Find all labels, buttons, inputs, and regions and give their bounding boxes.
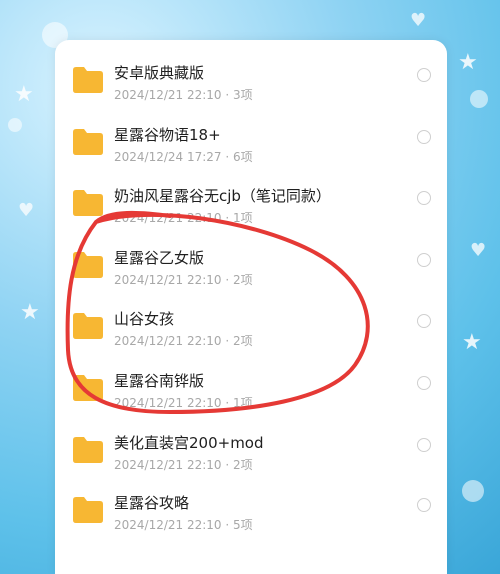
folder-icon [73,313,103,339]
folder-row[interactable]: 山谷女孩 2024/12/21 22:10 · 2项 [55,300,447,362]
heart-icon: ♥ [18,200,35,221]
folder-row[interactable]: 安卓版典藏版 2024/12/21 22:10 · 3项 [55,54,447,116]
folder-meta: 2024/12/21 22:10 · 2项 [114,334,253,348]
folder-meta: 2024/12/21 22:10 · 1项 [114,211,253,225]
file-list-card: 安卓版典藏版 2024/12/21 22:10 · 3项 星露谷物语18+ 20… [55,40,447,574]
folder-row[interactable]: 奶油风星露谷无cjb（笔记同款） 2024/12/21 22:10 · 1项 [55,177,447,239]
folder-meta: 2024/12/21 22:10 · 5项 [114,518,253,532]
bubble-decoration [462,480,484,502]
folder-icon [73,252,103,278]
folder-row[interactable]: 美化直装宫200+mod 2024/12/21 22:10 · 2项 [55,424,447,486]
folder-icon [73,497,103,523]
bubble-decoration [470,90,488,108]
folder-meta: 2024/12/24 17:27 · 6项 [114,150,253,164]
folder-name: 山谷女孩 [114,310,175,328]
folder-icon [73,129,103,155]
heart-icon: ♥ [470,240,487,261]
select-radio[interactable] [417,68,431,82]
folder-name: 星露谷攻略 [114,494,190,512]
folder-row[interactable]: 星露谷攻略 2024/12/21 22:10 · 5项 [55,484,447,546]
folder-name: 星露谷乙女版 [114,249,205,267]
folder-row[interactable]: 星露谷南铧版 2024/12/21 22:10 · 1项 [55,362,447,424]
folder-icon [73,375,103,401]
folder-meta: 2024/12/21 22:10 · 1项 [114,396,253,410]
select-radio[interactable] [417,253,431,267]
folder-icon [73,67,103,93]
select-radio[interactable] [417,191,431,205]
folder-row[interactable]: 星露谷物语18+ 2024/12/24 17:27 · 6项 [55,116,447,178]
folder-name: 奶油风星露谷无cjb（笔记同款） [114,187,331,205]
select-radio[interactable] [417,314,431,328]
folder-name: 安卓版典藏版 [114,64,205,82]
bubble-decoration [8,118,22,132]
star-icon: ★ [14,82,34,107]
select-radio[interactable] [417,130,431,144]
heart-icon: ♥ [410,10,427,31]
select-radio[interactable] [417,438,431,452]
select-radio[interactable] [417,498,431,512]
folder-name: 星露谷南铧版 [114,372,205,390]
folder-meta: 2024/12/21 22:10 · 3项 [114,88,253,102]
folder-icon [73,437,103,463]
star-icon: ★ [20,300,40,325]
folder-name: 美化直装宫200+mod [114,434,264,452]
select-radio[interactable] [417,376,431,390]
folder-meta: 2024/12/21 22:10 · 2项 [114,273,253,287]
star-icon: ★ [458,50,478,75]
folder-icon [73,190,103,216]
star-icon: ★ [462,330,482,355]
folder-meta: 2024/12/21 22:10 · 2项 [114,458,253,472]
folder-row[interactable]: 星露谷乙女版 2024/12/21 22:10 · 2项 [55,239,447,301]
folder-name: 星露谷物语18+ [114,126,221,144]
